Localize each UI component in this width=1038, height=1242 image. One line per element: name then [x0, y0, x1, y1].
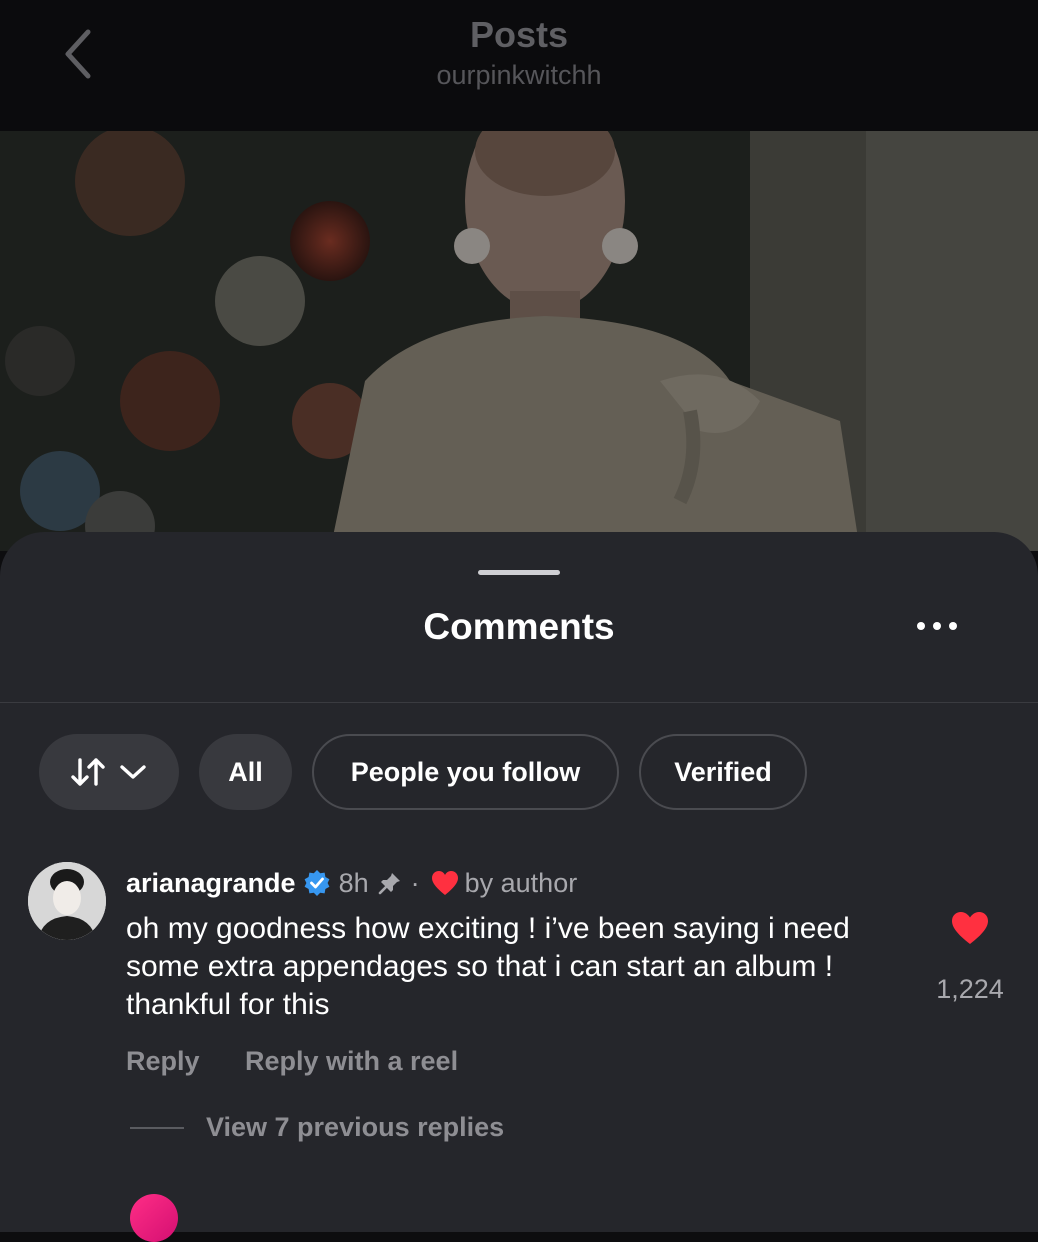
comment-username[interactable]: arianagrande	[126, 868, 296, 899]
comment-header: arianagrande 8h · by author	[126, 865, 577, 901]
avatar[interactable]	[130, 1194, 178, 1242]
drag-handle[interactable]	[478, 570, 560, 575]
page-subtitle-username[interactable]: ourpinkwitchh	[0, 60, 1038, 91]
more-icon[interactable]	[912, 616, 962, 636]
avatar[interactable]	[28, 862, 106, 940]
reply-button[interactable]: Reply	[126, 1046, 200, 1077]
liked-by-author-label: by author	[464, 867, 578, 898]
pin-icon	[378, 873, 400, 895]
filter-verified-chip[interactable]: Verified	[639, 734, 807, 810]
view-previous-replies-button[interactable]: View 7 previous replies	[206, 1112, 504, 1143]
heart-icon	[431, 871, 458, 895]
like-count: 1,224	[936, 974, 1004, 1004]
replies-line	[130, 1127, 184, 1129]
comment-time: 8h	[338, 867, 369, 898]
filter-people-you-follow-chip[interactable]: People you follow	[312, 734, 619, 810]
sort-button[interactable]	[39, 734, 179, 810]
page-title: Posts	[469, 14, 569, 55]
chevron-down-icon	[120, 765, 146, 779]
comment-text: oh my goodness how exciting ! i’ve been …	[126, 912, 850, 1021]
verified-badge-icon	[304, 870, 329, 896]
top-header: Posts ourpinkwitchh	[0, 0, 1038, 131]
reply-with-reel-button[interactable]: Reply with a reel	[245, 1046, 458, 1077]
post-image[interactable]	[0, 131, 1038, 551]
comments-title: Comments	[423, 606, 615, 647]
separator-dot: ·	[410, 867, 420, 898]
divider	[0, 702, 1038, 703]
filter-all-chip[interactable]: All	[199, 734, 292, 810]
comments-sheet: Comments All People you follow Verified …	[0, 532, 1038, 1242]
sort-icon	[71, 758, 105, 786]
heart-icon[interactable]	[950, 910, 990, 946]
